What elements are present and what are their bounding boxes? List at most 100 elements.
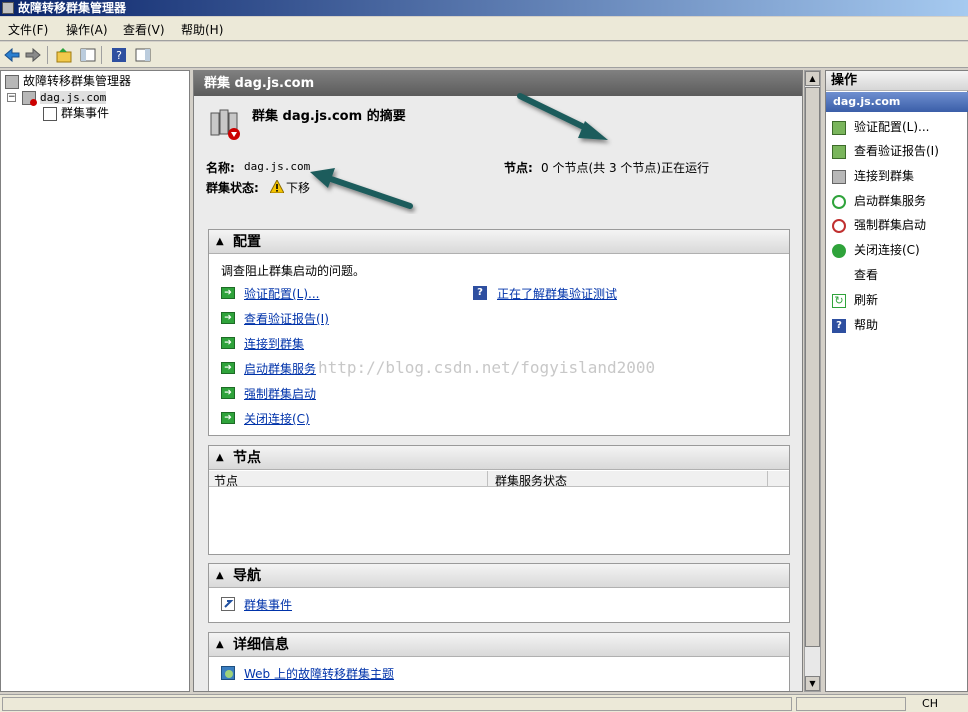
navigation-section: ▲ 导航 群集事件: [208, 563, 790, 623]
view-icon: [832, 269, 846, 283]
tree-item-cluster[interactable]: − dag.js.com: [7, 89, 107, 106]
action-view-report[interactable]: 查看验证报告(I): [832, 142, 939, 160]
action-force-start[interactable]: 强制群集启动: [832, 216, 926, 234]
action-label: 刷新: [854, 293, 879, 307]
force-start-icon: [832, 218, 846, 233]
column-header-service-status[interactable]: 群集服务状态: [495, 472, 567, 489]
action-close-connection[interactable]: 关闭连接(C): [832, 241, 920, 259]
tree-item-root[interactable]: 故障转移群集管理器: [5, 73, 131, 89]
collapse-caret-icon[interactable]: ▲: [216, 446, 224, 470]
config-section-title: 配置: [233, 234, 261, 250]
scroll-up-icon[interactable]: ▲: [805, 71, 820, 86]
help-icon: ?: [473, 286, 487, 300]
link-cluster-events[interactable]: 群集事件: [244, 596, 292, 613]
action-refresh[interactable]: ↻ 刷新: [832, 291, 878, 309]
details-section-header[interactable]: ▲ 详细信息: [209, 633, 789, 657]
results-pane-scrollbar[interactable]: ▲ ▼: [804, 70, 821, 692]
action-label: 查看: [854, 268, 879, 282]
tree-item-events[interactable]: 群集事件: [43, 105, 109, 121]
green-arrow-icon: ➔: [221, 387, 235, 399]
navigation-section-header[interactable]: ▲ 导航: [209, 564, 789, 588]
scroll-down-icon[interactable]: ▼: [805, 676, 820, 691]
results-pane-header: 群集 dag.js.com: [194, 71, 802, 96]
help-icon[interactable]: ?: [110, 46, 128, 64]
cluster-down-icon: [22, 90, 37, 106]
watermark-text: http://blog.csdn.net/fogyisland2000: [318, 358, 656, 377]
config-section: ▲ 配置 调查阻止群集启动的问题。 ➔ 验证配置(L)... ➔ 查看验证报告(I…: [208, 229, 790, 436]
link-close-connection[interactable]: 关闭连接(C): [244, 410, 310, 427]
summary-title: 群集 dag.js.com 的摘要: [252, 109, 406, 124]
collapse-caret-icon[interactable]: ▲: [216, 230, 224, 254]
events-log-icon: [43, 106, 57, 121]
link-view-validation-report[interactable]: 查看验证报告(I): [244, 310, 329, 327]
collapse-caret-icon[interactable]: ▲: [216, 633, 224, 657]
cluster-manager-icon: [5, 74, 19, 89]
menu-help[interactable]: 帮助(H): [181, 21, 223, 38]
show-hide-console-tree-icon[interactable]: [79, 46, 97, 64]
action-start-service[interactable]: 启动群集服务: [832, 192, 926, 210]
web-help-icon: [221, 666, 235, 680]
nodes-label: 节点:: [504, 161, 533, 175]
column-divider[interactable]: [767, 471, 768, 487]
actions-header: 操作: [826, 71, 968, 91]
console-tree: 故障转移群集管理器 − dag.js.com 群集事件: [0, 70, 190, 692]
collapse-caret-icon[interactable]: ▲: [216, 564, 224, 588]
nodes-value: 0 个节点(共 3 个节点)正在运行: [541, 161, 710, 175]
forward-icon[interactable]: [24, 46, 42, 64]
back-icon[interactable]: [3, 46, 21, 64]
action-view[interactable]: 查看: [832, 266, 878, 284]
tree-cluster-label: dag.js.com: [40, 91, 107, 104]
green-arrow-icon: ➔: [221, 362, 235, 374]
menu-view[interactable]: 查看(V): [123, 21, 165, 38]
action-connect-cluster[interactable]: 连接到群集: [832, 167, 914, 185]
nodes-table-header: 节点 群集服务状态: [209, 471, 789, 489]
column-divider[interactable]: [487, 471, 488, 487]
action-label: 启动群集服务: [854, 194, 927, 208]
green-arrow-icon: ➔: [221, 337, 235, 349]
nodes-section: ▲ 节点 节点 群集服务状态: [208, 445, 790, 555]
menu-bar: 文件(F) 操作(A) 查看(V) 帮助(H): [0, 17, 968, 41]
link-start-cluster-service[interactable]: 启动群集服务: [244, 360, 316, 377]
status-bar: CH: [0, 694, 968, 712]
toolbar: ?: [0, 42, 968, 68]
input-language-indicator[interactable]: CH: [922, 697, 938, 710]
link-learn-validation-tests[interactable]: 正在了解群集验证测试: [497, 285, 617, 302]
link-connect-cluster[interactable]: 连接到群集: [244, 335, 304, 352]
details-section: ▲ 详细信息 Web 上的故障转移群集主题: [208, 632, 790, 691]
help-icon: ?: [832, 318, 846, 333]
scroll-thumb[interactable]: [805, 87, 820, 647]
green-arrow-icon: ➔: [221, 412, 235, 424]
action-validate-config[interactable]: 验证配置(L)...: [832, 118, 930, 136]
details-section-title: 详细信息: [233, 637, 289, 653]
link-web-failover-topics[interactable]: Web 上的故障转移群集主题: [244, 665, 394, 682]
action-help[interactable]: ? 帮助: [832, 316, 878, 334]
start-service-icon: [832, 194, 846, 209]
results-pane: 群集 dag.js.com 群集 dag.js.com 的摘要 名称: dag.…: [193, 70, 803, 692]
report-icon: [832, 144, 846, 159]
menu-file[interactable]: 文件(F): [8, 21, 48, 38]
menu-action[interactable]: 操作(A): [66, 21, 108, 38]
navigation-section-title: 导航: [233, 568, 261, 584]
nodes-section-header[interactable]: ▲ 节点: [209, 446, 789, 470]
window-title: 故障转移群集管理器: [18, 1, 127, 15]
config-section-header[interactable]: ▲ 配置: [209, 230, 789, 254]
status-cell: [796, 697, 906, 711]
cluster-server-icon: [210, 109, 240, 140]
up-folder-icon[interactable]: [55, 46, 73, 64]
shortcut-icon: [221, 597, 235, 611]
action-label: 查看验证报告(I): [854, 144, 939, 158]
name-value: dag.js.com: [244, 160, 311, 173]
refresh-icon: ↻: [832, 293, 846, 308]
svg-text:?: ?: [116, 49, 122, 62]
status-value: 下移: [286, 181, 311, 195]
link-force-cluster-start[interactable]: 强制群集启动: [244, 385, 316, 402]
tree-events-label: 群集事件: [61, 106, 110, 120]
column-header-node[interactable]: 节点: [214, 472, 238, 489]
action-label: 验证配置(L)...: [854, 120, 930, 134]
tree-expander-minus-icon[interactable]: −: [7, 93, 16, 102]
actions-subheader[interactable]: dag.js.com: [826, 92, 968, 112]
status-cell: [2, 697, 792, 711]
show-hide-action-pane-icon[interactable]: [134, 46, 152, 64]
link-validate-config[interactable]: 验证配置(L)...: [244, 285, 320, 302]
config-description: 调查阻止群集启动的问题。: [221, 264, 366, 278]
